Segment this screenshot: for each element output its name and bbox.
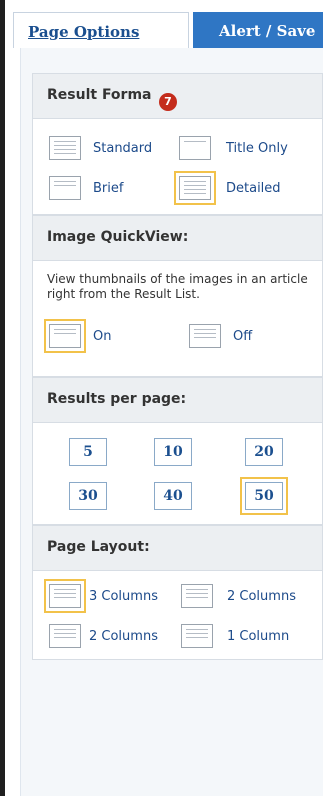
results-per-page-10[interactable]: 10 <box>154 438 192 466</box>
page-layout-section: Page Layout: 3 Columns 2 Columns 2 Colum… <box>32 525 323 660</box>
two-column-layout-label[interactable]: 2 Columns <box>227 589 296 604</box>
detailed-format-icon[interactable] <box>174 171 216 205</box>
page-layout-title: Page Layout: <box>47 539 150 555</box>
thumbnails-on-icon[interactable] <box>44 319 86 353</box>
one-column-layout-label[interactable]: 1 Column <box>227 629 289 644</box>
title-only-format-icon[interactable] <box>179 136 211 160</box>
brief-format-icon[interactable] <box>49 176 81 200</box>
detailed-format-label[interactable]: Detailed <box>226 181 281 196</box>
tab-page-options[interactable]: Page Options <box>13 12 189 48</box>
two-column-alt-layout-icon[interactable] <box>49 624 81 648</box>
results-per-page-header: Results per page: <box>33 378 322 423</box>
image-quickview-header: Image QuickView: <box>33 216 322 261</box>
two-column-alt-layout-label[interactable]: 2 Columns <box>89 629 158 644</box>
image-quickview-section: Image QuickView: View thumbnails of the … <box>32 215 323 377</box>
step-badge: 7 <box>159 93 177 111</box>
one-column-layout-icon[interactable] <box>181 624 213 648</box>
thumbnails-on-label[interactable]: On <box>93 329 111 344</box>
tab-alert-save[interactable]: Alert / Save <box>193 12 323 48</box>
three-column-layout-icon[interactable] <box>44 579 86 613</box>
results-per-page-40[interactable]: 40 <box>154 482 192 510</box>
results-per-page-20[interactable]: 20 <box>245 438 283 466</box>
result-format-header: Result Forma 7 <box>33 74 322 119</box>
three-column-layout-label[interactable]: 3 Columns <box>89 589 158 604</box>
results-per-page-title: Results per page: <box>47 391 187 407</box>
two-column-layout-icon[interactable] <box>181 584 213 608</box>
standard-format-label[interactable]: Standard <box>93 141 152 156</box>
results-per-page-30[interactable]: 30 <box>69 482 107 510</box>
image-quickview-description: View thumbnails of the images in an arti… <box>47 272 308 301</box>
page-layout-header: Page Layout: <box>33 526 322 571</box>
options-panel: Result Forma 7 Standard Title Only Brief… <box>20 48 323 796</box>
results-per-page-5[interactable]: 5 <box>69 438 107 466</box>
brief-format-label[interactable]: Brief <box>93 181 123 196</box>
title-only-format-label[interactable]: Title Only <box>226 141 288 156</box>
tab-page-options-label[interactable]: Page Options <box>28 23 139 41</box>
tab-alert-save-label[interactable]: Alert / Save <box>219 22 315 40</box>
results-per-page-50[interactable]: 50 <box>240 477 288 515</box>
result-format-title: Result Forma <box>47 87 152 103</box>
image-quickview-title: Image QuickView: <box>47 229 189 245</box>
standard-format-icon[interactable] <box>49 136 81 160</box>
page-options-panel-frame: Page Options Alert / Save Result Forma 7… <box>0 0 323 796</box>
thumbnails-off-icon[interactable] <box>189 324 221 348</box>
tab-bar: Page Options Alert / Save <box>5 0 323 48</box>
left-border <box>0 0 5 796</box>
thumbnails-off-label[interactable]: Off <box>233 329 252 344</box>
result-format-section: Result Forma 7 Standard Title Only Brief… <box>32 73 323 215</box>
results-per-page-section: Results per page: 5 10 20 30 40 50 <box>32 377 323 525</box>
